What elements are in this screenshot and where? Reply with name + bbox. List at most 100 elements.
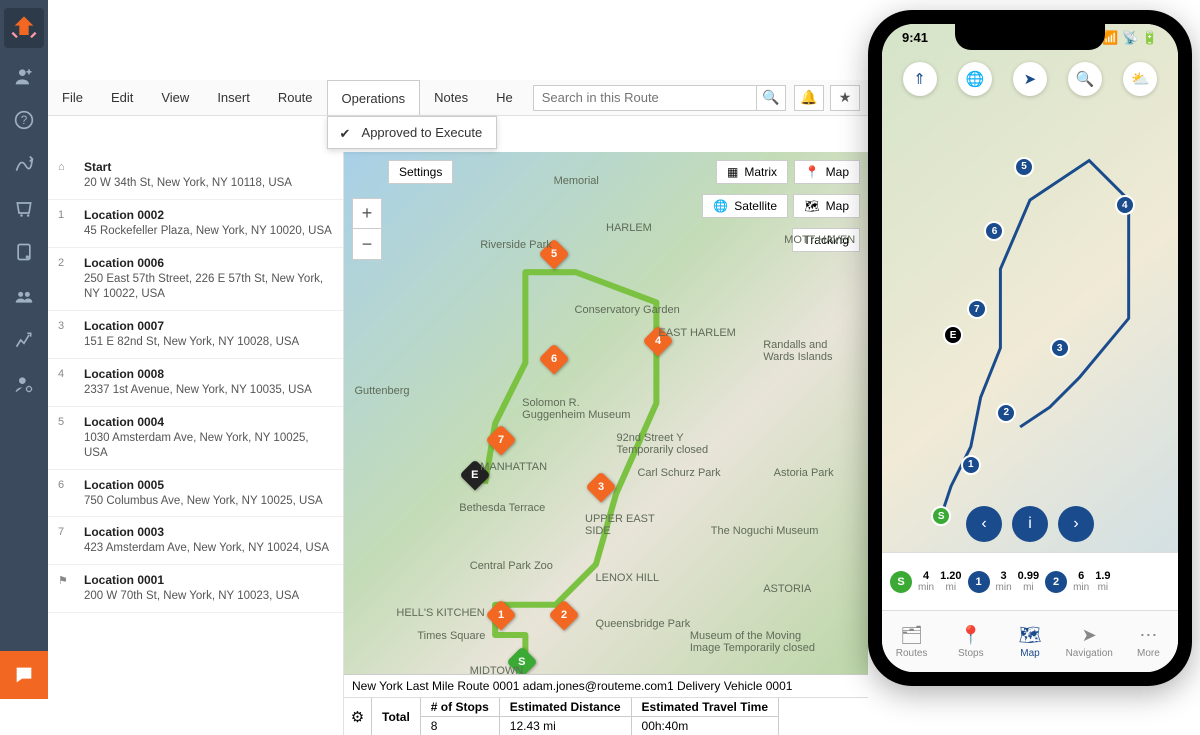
marker-2[interactable]: 2 bbox=[553, 604, 575, 630]
stop-row[interactable]: 2Location 0006250 East 57th Street, 226 … bbox=[48, 248, 343, 311]
phone-mockup: 9:41 📶 📡 🔋 S 1 2 3 4 5 6 7 E ⇑ 🌐 ➤ 🔍 ⛅ ‹ bbox=[868, 10, 1192, 686]
phone-marker-4[interactable]: 4 bbox=[1115, 195, 1135, 215]
stop-row[interactable]: ⚑Location 0001200 W 70th St, New York, N… bbox=[48, 565, 343, 613]
stop-row[interactable]: 4Location 00082337 1st Avenue, New York,… bbox=[48, 359, 343, 407]
stop-row[interactable]: 6Location 0005750 Columbus Ave, New York… bbox=[48, 470, 343, 518]
app-logo[interactable] bbox=[4, 8, 44, 48]
marker-end[interactable]: E bbox=[464, 464, 486, 490]
phone-notch bbox=[955, 24, 1105, 50]
stop-row[interactable]: 7 Location 0003 423 Amsterdam Ave, New Yor… bbox=[48, 517, 343, 565]
stop-address: 151 E 82nd St, New York, NY 10028, USA bbox=[84, 335, 333, 350]
add-user-icon[interactable] bbox=[8, 60, 40, 92]
route-info: New York Last Mile Route 0001 adam.jones… bbox=[344, 675, 868, 698]
stops-panel: ⌂Start20 W 34th St, New York, NY 10118, … bbox=[48, 152, 344, 735]
stop-row[interactable]: 1Location 000245 Rockefeller Plaza, New … bbox=[48, 200, 343, 248]
orders-icon[interactable] bbox=[8, 192, 40, 224]
phone-marker-2[interactable]: 2 bbox=[996, 403, 1016, 423]
stop-number: 5 bbox=[58, 415, 74, 461]
team-icon[interactable] bbox=[8, 280, 40, 312]
help-icon[interactable]: ? bbox=[8, 104, 40, 136]
menu-view[interactable]: View bbox=[147, 80, 203, 115]
marker-1[interactable]: 1 bbox=[490, 604, 512, 630]
tab-map[interactable]: 🗺Map bbox=[1000, 611, 1059, 672]
compass-button[interactable]: ⇑ bbox=[903, 62, 937, 96]
phone-marker-start[interactable]: S bbox=[931, 506, 951, 526]
stop-name: Location 0003 bbox=[84, 525, 333, 539]
time-value: 00h:40m bbox=[632, 717, 780, 735]
strip-badge[interactable]: 2 bbox=[1045, 571, 1067, 593]
route-summary-footer: New York Last Mile Route 0001 adam.jones… bbox=[344, 674, 868, 735]
stop-row[interactable]: 3Location 0007151 E 82nd St, New York, N… bbox=[48, 311, 343, 359]
stop-row[interactable]: ⌂Start20 W 34th St, New York, NY 10118, … bbox=[48, 152, 343, 200]
stop-address: 200 W 70th St, New York, NY 10023, USA bbox=[84, 589, 333, 604]
menu-help[interactable]: He bbox=[482, 80, 527, 115]
user-settings-icon[interactable] bbox=[8, 368, 40, 400]
phone-marker-end[interactable]: E bbox=[943, 325, 963, 345]
phone-marker-1[interactable]: 1 bbox=[961, 455, 981, 475]
tab-routes[interactable]: 🗂Routes bbox=[882, 611, 941, 672]
next-button[interactable]: › bbox=[1058, 506, 1094, 542]
marker-4[interactable]: 4 bbox=[647, 330, 669, 356]
stops-header: # of Stops bbox=[421, 698, 500, 717]
routes-icon[interactable] bbox=[8, 148, 40, 180]
marker-3[interactable]: 3 bbox=[590, 476, 612, 502]
tab-more[interactable]: ⋯More bbox=[1119, 611, 1178, 672]
stop-number: 7 bbox=[58, 525, 74, 556]
addressbook-icon[interactable] bbox=[8, 236, 40, 268]
chat-icon[interactable] bbox=[0, 651, 48, 699]
stop-row[interactable]: 5 Location 0004 1030 Amsterdam Ave, New Yo… bbox=[48, 407, 343, 470]
phone-marker-6[interactable]: 6 bbox=[984, 221, 1004, 241]
info-button[interactable]: i bbox=[1012, 506, 1048, 542]
strip-time: 4min bbox=[918, 570, 934, 593]
strip-dist: 1.20mi bbox=[940, 570, 961, 593]
distance-value: 12.43 mi bbox=[500, 717, 632, 735]
globe-button[interactable]: 🌐 bbox=[958, 62, 992, 96]
stop-name: Location 0004 bbox=[84, 415, 333, 429]
approved-to-execute-item[interactable]: ✔ Approved to Execute bbox=[328, 117, 496, 148]
marker-start[interactable]: S bbox=[511, 651, 533, 677]
stop-address: 1030 Amsterdam Ave, New York, NY 10025, … bbox=[84, 431, 333, 461]
phone-marker-5[interactable]: 5 bbox=[1014, 157, 1034, 177]
menu-notes[interactable]: Notes bbox=[420, 80, 482, 115]
stop-number: ⌂ bbox=[58, 160, 74, 191]
locate-button[interactable]: ➤ bbox=[1013, 62, 1047, 96]
stop-number: 2 bbox=[58, 256, 74, 302]
tab-navigation[interactable]: ➤Navigation bbox=[1060, 611, 1119, 672]
gear-icon[interactable]: ⚙ bbox=[344, 698, 372, 735]
bell-icon[interactable]: 🔔 bbox=[794, 85, 824, 111]
stop-number: 3 bbox=[58, 319, 74, 350]
marker-5[interactable]: 5 bbox=[543, 243, 565, 269]
strip-badge[interactable]: 1 bbox=[968, 571, 990, 593]
stop-number: ⚑ bbox=[58, 573, 74, 604]
tab-stops[interactable]: 📍Stops bbox=[941, 611, 1000, 672]
phone-time: 9:41 bbox=[902, 30, 928, 46]
analytics-icon[interactable] bbox=[8, 324, 40, 356]
stop-number: 1 bbox=[58, 208, 74, 239]
marker-7[interactable]: 7 bbox=[490, 429, 512, 455]
search-button[interactable]: 🔍 bbox=[756, 85, 786, 111]
weather-button[interactable]: ⛅ bbox=[1123, 62, 1157, 96]
stop-address: 423 Amsterdam Ave, New York, NY 10024, U… bbox=[84, 541, 333, 556]
phone-tabs: 🗂Routes 📍Stops 🗺Map ➤Navigation ⋯More bbox=[882, 610, 1178, 672]
menu-route[interactable]: Route bbox=[264, 80, 327, 115]
stop-name: Location 0008 bbox=[84, 367, 333, 381]
strip-badge[interactable]: S bbox=[890, 571, 912, 593]
prev-button[interactable]: ‹ bbox=[966, 506, 1002, 542]
stop-address: 20 W 34th St, New York, NY 10118, USA bbox=[84, 176, 333, 191]
menu-insert[interactable]: Insert bbox=[203, 80, 264, 115]
stop-name: Location 0002 bbox=[84, 208, 333, 222]
search-button[interactable]: 🔍 bbox=[1068, 62, 1102, 96]
menu-operations[interactable]: Operations ✔ Approved to Execute bbox=[327, 80, 421, 115]
phone-marker-3[interactable]: 3 bbox=[1050, 338, 1070, 358]
stop-strip[interactable]: S4min1.20mi13min0.99mi26min1.9mi bbox=[882, 552, 1178, 610]
phone-marker-7[interactable]: 7 bbox=[967, 299, 987, 319]
phone-status-icons: 📶 📡 🔋 bbox=[1102, 30, 1158, 46]
menu-file[interactable]: File bbox=[48, 80, 97, 115]
star-icon[interactable]: ★ bbox=[830, 85, 860, 111]
strip-dist: 1.9mi bbox=[1095, 570, 1110, 593]
marker-6[interactable]: 6 bbox=[543, 348, 565, 374]
map-pane[interactable]: Settings ▦ Matrix 📍 Map 🌐 Satellite 🗺 Ma… bbox=[344, 152, 868, 735]
stops-value: 8 bbox=[421, 717, 500, 735]
menu-edit[interactable]: Edit bbox=[97, 80, 147, 115]
search-input[interactable] bbox=[533, 85, 756, 111]
